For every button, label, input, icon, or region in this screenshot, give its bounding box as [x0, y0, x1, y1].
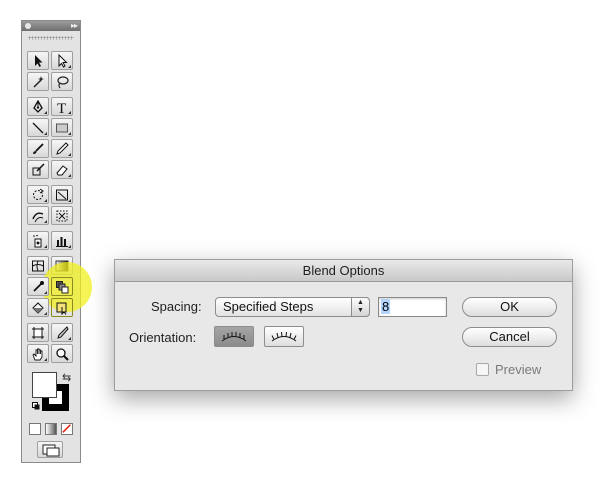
- eyedropper-icon: [33, 280, 44, 292]
- rotate-icon: [33, 188, 44, 200]
- spacing-select-value: Specified Steps: [223, 299, 314, 314]
- eraser-icon: [56, 164, 68, 175]
- cancel-button[interactable]: Cancel: [462, 327, 557, 347]
- align-to-page-icon: [221, 331, 247, 341]
- zoom-tool[interactable]: [51, 344, 73, 363]
- arrow-white-icon: [58, 53, 68, 68]
- tools-panel-titlebar[interactable]: ▸▸: [22, 21, 80, 31]
- pencil-tool[interactable]: [51, 139, 73, 158]
- steps-input[interactable]: 8: [378, 297, 447, 317]
- blend-tool[interactable]: [51, 277, 73, 296]
- scale-icon: [56, 189, 68, 200]
- hand-icon: [32, 348, 43, 360]
- lasso-tool[interactable]: [51, 72, 73, 91]
- slice-icon: [57, 325, 69, 339]
- select-arrows-icon: ▲ ▼: [351, 297, 370, 317]
- pen-icon: [33, 99, 43, 113]
- blend-options-dialog: Blend Options Spacing: Specified Steps ▲…: [114, 259, 573, 391]
- eyedropper-tool[interactable]: [27, 277, 49, 296]
- live-paint-selection-tool[interactable]: [51, 298, 73, 317]
- lasso-icon: [57, 75, 69, 88]
- rectangle-icon: [56, 123, 68, 132]
- selection-tool[interactable]: [27, 51, 49, 70]
- eraser-tool[interactable]: [51, 160, 73, 179]
- pen-tool[interactable]: [27, 97, 49, 116]
- symbol-sprayer-icon: [33, 234, 42, 247]
- magnifier-icon: [56, 347, 69, 361]
- column-graph-tool[interactable]: [51, 231, 73, 250]
- blob-brush-icon: [32, 162, 45, 175]
- paintbrush-icon: [33, 142, 44, 154]
- gradient-mode-icon[interactable]: [45, 423, 57, 435]
- paint-bucket-icon: [32, 301, 44, 314]
- magic-wand-icon: [33, 75, 44, 88]
- spacing-label: Spacing:: [151, 299, 202, 314]
- paintbrush-tool[interactable]: [27, 139, 49, 158]
- direct-selection-tool[interactable]: [51, 51, 73, 70]
- rotate-tool[interactable]: [27, 185, 49, 204]
- warp-icon: [32, 211, 44, 222]
- blob-brush-tool[interactable]: [27, 160, 49, 179]
- live-paint-bucket-tool[interactable]: [27, 298, 49, 317]
- line-icon: [32, 122, 44, 133]
- slice-tool[interactable]: [51, 323, 73, 342]
- color-mode-icon[interactable]: [29, 423, 41, 435]
- default-fill-stroke-icon[interactable]: [32, 402, 40, 410]
- align-to-page-button[interactable]: [214, 326, 254, 347]
- symbol-sprayer-tool[interactable]: [27, 231, 49, 250]
- warp-tool[interactable]: [27, 206, 49, 225]
- spacing-select[interactable]: Specified Steps ▲ ▼: [215, 297, 370, 317]
- artboard-tool[interactable]: [27, 323, 49, 342]
- pencil-icon: [56, 141, 69, 155]
- artboard-icon: [32, 326, 44, 339]
- scale-tool[interactable]: [51, 185, 73, 204]
- line-segment-tool[interactable]: [27, 118, 49, 137]
- blend-icon: [56, 280, 69, 293]
- rectangle-tool[interactable]: [51, 118, 73, 137]
- free-transform-icon: [56, 210, 68, 221]
- ok-button[interactable]: OK: [462, 297, 557, 317]
- collapse-icon[interactable]: ▸▸: [71, 21, 78, 31]
- align-to-path-icon: [271, 331, 297, 341]
- swap-fill-stroke-icon[interactable]: ⇆: [62, 371, 71, 384]
- close-icon[interactable]: [25, 23, 31, 29]
- fill-swatch[interactable]: [32, 372, 57, 398]
- type-icon: T: [57, 101, 66, 114]
- preview-label[interactable]: Preview: [495, 362, 541, 377]
- screen-mode-icon: [42, 444, 60, 457]
- none-mode-icon[interactable]: [61, 423, 73, 435]
- column-graph-icon: [56, 236, 68, 247]
- preview-checkbox[interactable]: [476, 363, 489, 376]
- screen-mode-button[interactable]: [37, 441, 63, 458]
- mesh-icon: [32, 260, 44, 271]
- steps-input-value: 8: [381, 299, 391, 314]
- dialog-title: Blend Options: [115, 260, 572, 282]
- align-to-path-button[interactable]: [264, 326, 304, 347]
- grip-icon[interactable]: [28, 36, 74, 40]
- live-paint-selection-icon: [56, 302, 67, 315]
- arrow-black-icon: [35, 54, 43, 67]
- type-tool[interactable]: T: [51, 97, 73, 116]
- free-transform-tool[interactable]: [51, 206, 73, 225]
- hand-tool[interactable]: [27, 344, 49, 363]
- orientation-label: Orientation:: [129, 330, 197, 345]
- magic-wand-tool[interactable]: [27, 72, 49, 91]
- svg-text:T: T: [57, 101, 66, 114]
